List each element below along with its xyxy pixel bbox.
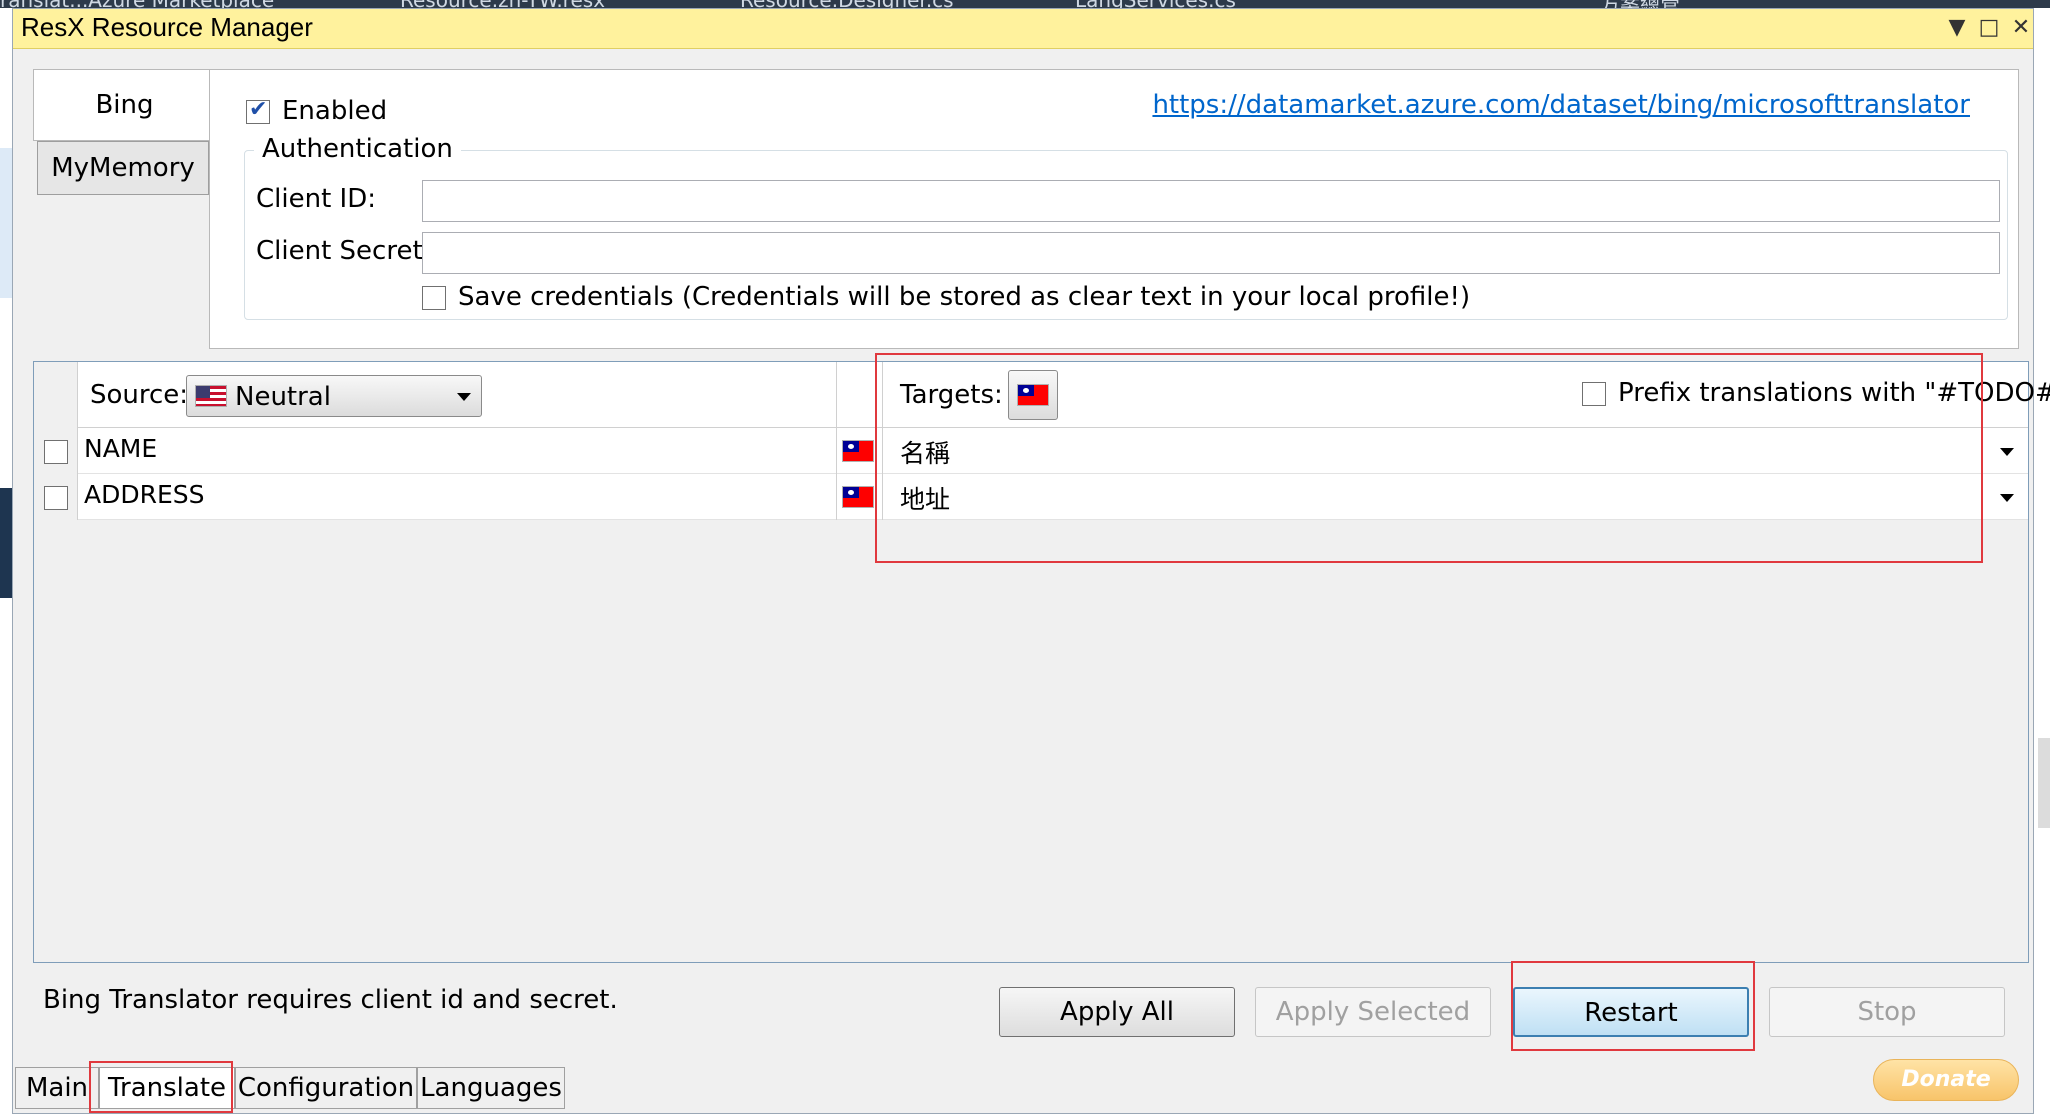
resx-manager-window: ResX Resource Manager ▼ □ ✕ Bing MyMemor… — [12, 8, 2050, 1114]
highlight-box-restart — [1511, 961, 1755, 1051]
tab-mymemory[interactable]: MyMemory — [37, 141, 209, 195]
row-checkbox[interactable] — [44, 440, 68, 464]
us-flag-icon — [195, 385, 227, 407]
dropdown-icon[interactable]: ▼ — [1943, 13, 1971, 43]
background-tab: Resource.zh-TW.resx — [400, 0, 605, 8]
enabled-label: Enabled — [282, 96, 388, 126]
chevron-down-icon[interactable] — [2000, 448, 2014, 456]
taiwan-flag-icon — [842, 440, 874, 462]
background-scrollbar — [2038, 738, 2050, 828]
status-message: Bing Translator requires client id and s… — [43, 985, 618, 1015]
highlight-box-translate-tab — [89, 1061, 233, 1113]
source-value: Neutral — [235, 382, 331, 412]
background-tab: ranslat...Azure Marketplace — [0, 0, 274, 8]
stop-button[interactable]: Stop — [1769, 987, 2005, 1037]
provider-tabs: Bing MyMemory — [33, 69, 223, 199]
authentication-title: Authentication — [254, 134, 461, 164]
donate-button[interactable]: Donate — [1873, 1059, 2019, 1101]
background-editor-right — [2034, 8, 2050, 1114]
column-divider — [836, 474, 837, 520]
datamarket-link[interactable]: https://datamarket.azure.com/dataset/bin… — [1152, 90, 1970, 120]
client-id-label: Client ID: — [256, 184, 376, 214]
source-dropdown[interactable]: Neutral — [186, 375, 482, 417]
resource-key: ADDRESS — [84, 480, 205, 509]
resource-key: NAME — [84, 434, 158, 463]
client-id-field[interactable] — [422, 180, 2000, 222]
window-title: ResX Resource Manager — [21, 12, 313, 42]
enabled-checkbox[interactable] — [246, 97, 270, 124]
highlight-box-targets — [875, 353, 1983, 563]
tab-main[interactable]: Main — [15, 1067, 99, 1109]
background-tab: 方案總管 — [1600, 0, 1680, 8]
tab-languages[interactable]: Languages — [417, 1067, 565, 1109]
maximize-icon[interactable]: □ — [1975, 13, 2003, 43]
background-editor-left — [0, 8, 12, 1114]
background-document-tabs: ranslat...Azure Marketplace Resource.zh-… — [0, 0, 2050, 8]
tab-configuration[interactable]: Configuration — [235, 1067, 417, 1109]
background-tab: LangServices.cs — [1075, 0, 1236, 8]
tab-bing[interactable]: Bing — [33, 69, 215, 141]
chevron-down-icon — [457, 393, 471, 401]
column-divider — [836, 428, 837, 474]
row-checkbox[interactable] — [44, 486, 68, 510]
apply-selected-button[interactable]: Apply Selected — [1255, 987, 1491, 1037]
source-label: Source: — [90, 380, 189, 410]
chevron-down-icon[interactable] — [2000, 494, 2014, 502]
row-header — [34, 474, 78, 520]
background-tab: Resource.Designer.cs — [740, 0, 954, 8]
client-secret-field[interactable] — [422, 232, 2000, 274]
save-credentials-label: Save credentials (Credentials will be st… — [458, 282, 1471, 312]
select-all-corner[interactable] — [34, 362, 78, 428]
save-credentials-checkbox[interactable] — [422, 286, 446, 310]
title-bar: ResX Resource Manager ▼ □ ✕ — [13, 9, 2033, 49]
close-icon[interactable]: ✕ — [2007, 13, 2035, 43]
apply-all-button[interactable]: Apply All — [999, 987, 1235, 1037]
client-secret-label: Client Secret: — [256, 236, 432, 266]
column-divider — [836, 362, 837, 428]
bing-settings-panel: Enabled https://datamarket.azure.com/dat… — [209, 69, 2019, 349]
row-header — [34, 428, 78, 474]
taiwan-flag-icon — [842, 486, 874, 508]
